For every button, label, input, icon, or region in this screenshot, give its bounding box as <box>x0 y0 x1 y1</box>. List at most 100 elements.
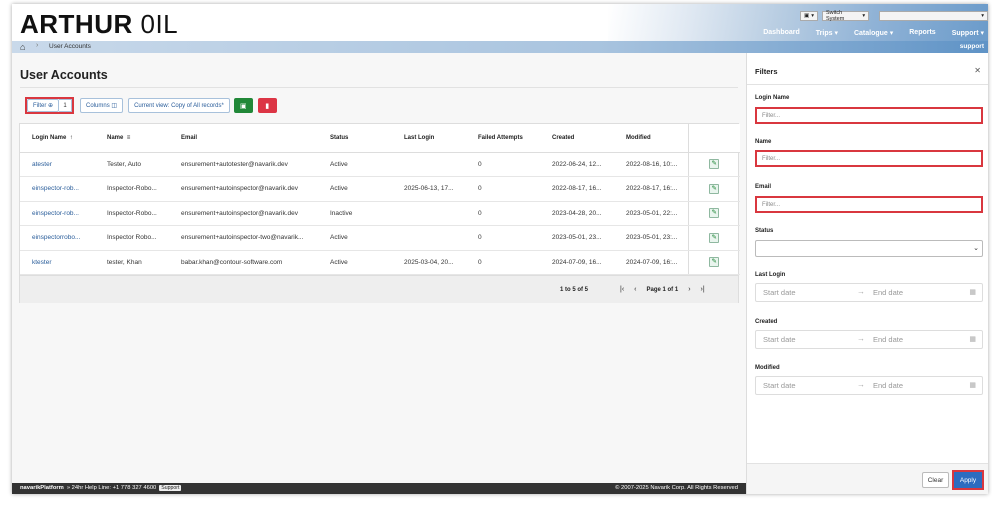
name-filter-input[interactable]: Filter... <box>755 150 983 167</box>
copyright: © 2007-2025 Navarik Corp. All Rights Res… <box>615 485 738 491</box>
cell-actions: ✎ <box>687 225 740 251</box>
chevron-down-icon: ⌄ <box>973 245 979 252</box>
cell-failed-attempts: 0 <box>466 152 540 177</box>
chevron-down-icon: ▾ <box>811 13 814 19</box>
save-icon: ▣ <box>239 102 247 110</box>
cell-created: 2023-05-01, 23... <box>540 225 614 251</box>
first-page-icon[interactable]: |‹ <box>620 286 624 293</box>
edit-icon[interactable]: ✎ <box>709 159 720 170</box>
edit-icon[interactable]: ✎ <box>709 183 720 194</box>
name-label: Name <box>755 139 772 145</box>
cell-failed-attempts: 0 <box>466 201 540 226</box>
column-header-last-login[interactable]: Last Login <box>392 124 466 153</box>
calendar-icon[interactable]: ▦ <box>969 381 976 389</box>
edit-icon[interactable]: ✎ <box>709 232 720 243</box>
pagination-bar: 1 to 5 of 5 |‹ ‹ Page 1 of 1 › ›| <box>20 275 738 303</box>
cell-email: ensurement+autotester@navarik.dev <box>169 152 318 177</box>
arrow-right-icon: → <box>857 380 865 389</box>
login-name-filter-input[interactable]: Filter... <box>755 107 983 124</box>
platform-name: navarikPlatform <box>20 485 64 491</box>
cell-actions: ✎ <box>687 176 740 202</box>
current-user[interactable]: support <box>960 43 984 50</box>
filter-button[interactable]: Filter ⊕ <box>27 99 60 112</box>
close-icon[interactable]: ✕ <box>974 66 981 75</box>
delete-view-button[interactable]: ▮ <box>257 98 277 113</box>
cell-modified: 2024-07-09, 16:... <box>614 250 688 275</box>
brand-logo[interactable]: ARTHUR 0IL <box>20 9 178 40</box>
end-date-field[interactable]: End date <box>873 288 903 297</box>
column-header-login-name[interactable]: Login Name ↑ <box>20 124 95 153</box>
previous-page-icon[interactable]: ‹ <box>634 286 636 293</box>
cell-modified: 2022-08-17, 16:... <box>614 176 688 202</box>
login-name-label: Login Name <box>755 95 790 101</box>
column-header-email[interactable]: Email <box>169 124 318 153</box>
login-name-link[interactable]: einspector-rob... <box>20 176 95 202</box>
chevron-right-icon: › <box>36 42 39 49</box>
cell-actions: ✎ <box>687 201 740 226</box>
login-name-link[interactable]: einspectorrobo... <box>20 225 95 251</box>
login-name-link[interactable]: atester <box>20 152 95 177</box>
columns-button[interactable]: Columns ◫ <box>80 98 124 113</box>
cell-created: 2023-04-28, 20... <box>540 201 614 226</box>
email-label: Email <box>755 184 772 190</box>
filter-button-group: Filter ⊕ 1 <box>25 97 75 114</box>
clear-button[interactable]: Clear <box>922 472 949 488</box>
email-filter-input[interactable]: Filter... <box>755 196 983 213</box>
cell-name: Inspector-Robo... <box>95 176 169 202</box>
table-row: einspector-rob... Inspector-Robo... ensu… <box>20 176 740 202</box>
status-label: Status <box>755 228 774 234</box>
cell-actions: ✎ <box>687 250 740 275</box>
nav-dashboard[interactable]: Dashboard <box>763 29 800 37</box>
nav-trips[interactable]: Trips ▾ <box>816 29 838 37</box>
start-date-field[interactable]: Start date <box>763 288 796 297</box>
current-view-button[interactable]: Current view: Copy of All records* <box>128 98 230 113</box>
cell-last-login <box>392 152 466 177</box>
filters-panel: Filters ✕ Login Name Filter... Name Filt… <box>746 53 988 494</box>
calendar-icon[interactable]: ▦ <box>969 288 976 296</box>
cell-name: Inspector Robo... <box>95 225 169 251</box>
nav-reports[interactable]: Reports <box>909 29 935 37</box>
app-header: ARTHUR 0IL ▣ ▾ Switch System ▾ ▾ Dashboard… <box>12 4 988 41</box>
cell-modified: 2023-05-01, 22:... <box>614 201 688 226</box>
footer-support-button[interactable]: Support <box>159 485 182 491</box>
end-date-field[interactable]: End date <box>873 381 903 390</box>
column-header-failed-attempts[interactable]: Failed Attempts <box>466 124 540 153</box>
column-header-modified[interactable]: Modified <box>614 124 688 153</box>
nav-catalogue[interactable]: Catalogue ▾ <box>854 29 893 37</box>
start-date-field[interactable]: Start date <box>763 335 796 344</box>
edit-icon[interactable]: ✎ <box>709 257 720 268</box>
save-view-button[interactable]: ▣ <box>233 98 253 113</box>
app-window: ARTHUR 0IL ▣ ▾ Switch System ▾ ▾ Dashboard… <box>12 4 988 494</box>
modified-date-range[interactable]: Start date → End date ▦ <box>755 376 983 395</box>
calendar-icon[interactable]: ▦ <box>969 335 976 343</box>
login-name-link[interactable]: ktester <box>20 250 95 275</box>
filter-lines-icon: ≡ <box>126 134 131 141</box>
last-login-date-range[interactable]: Start date → End date ▦ <box>755 283 983 302</box>
column-header-status[interactable]: Status <box>318 124 392 153</box>
user-accounts-table: Login Name ↑ Name ≡ Email Status Last Lo… <box>20 124 740 275</box>
start-date-field[interactable]: Start date <box>763 381 796 390</box>
status-select[interactable]: ⌄ <box>755 240 983 257</box>
login-name-link[interactable]: einspector-rob... <box>20 201 95 226</box>
chevron-down-icon: ▾ <box>862 13 866 19</box>
app-switch-dropdown[interactable]: ▣ ▾ <box>800 11 818 21</box>
switch-system-dropdown[interactable]: Switch System ▾ <box>821 10 870 22</box>
nav-support[interactable]: Support ▾ <box>952 29 984 37</box>
column-header-name[interactable]: Name ≡ <box>95 124 169 153</box>
end-date-field[interactable]: End date <box>873 335 903 344</box>
last-page-icon[interactable]: ›| <box>701 286 705 293</box>
filter-count-badge: 1 <box>59 99 73 112</box>
edit-icon[interactable]: ✎ <box>709 208 720 219</box>
cell-status: Active <box>318 176 392 202</box>
created-date-range[interactable]: Start date → End date ▦ <box>755 330 983 349</box>
breadcrumb: ⌂ › User Accounts support <box>12 41 988 53</box>
arrow-right-icon: → <box>857 287 865 296</box>
breadcrumb-current: User Accounts <box>49 43 91 50</box>
system-select-dropdown[interactable]: ▾ <box>879 11 988 21</box>
apply-button[interactable]: Apply <box>952 470 984 490</box>
home-icon[interactable]: ⌂ <box>20 42 25 52</box>
cell-modified: 2022-08-16, 10:... <box>614 152 688 177</box>
column-header-created[interactable]: Created <box>540 124 614 153</box>
next-page-icon[interactable]: › <box>688 286 690 293</box>
arrow-right-icon: → <box>857 334 865 343</box>
